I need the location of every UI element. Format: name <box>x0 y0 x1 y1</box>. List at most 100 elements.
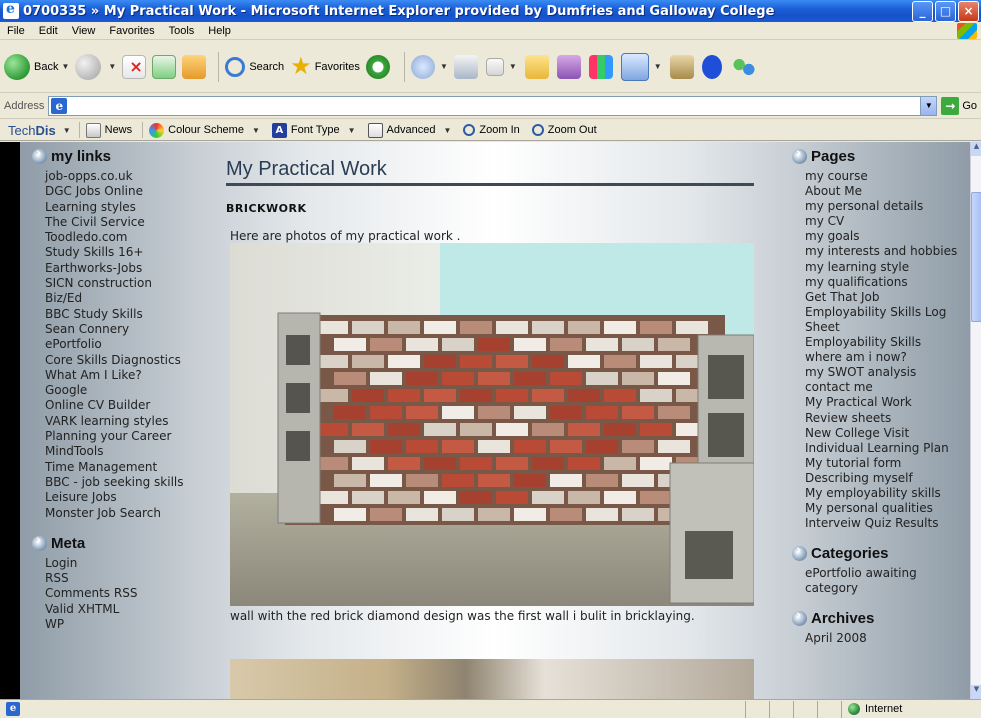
sidebar-link[interactable]: Learning styles <box>45 200 212 215</box>
menu-help[interactable]: Help <box>201 25 238 37</box>
page-link[interactable]: my SWOT analysis <box>805 365 962 380</box>
font-type-dropdown-icon[interactable]: ▼ <box>348 126 356 135</box>
sidebar-link[interactable]: Core Skills Diagnostics <box>45 353 212 368</box>
folder-icon[interactable] <box>524 54 549 79</box>
meta-link[interactable]: Valid XHTML <box>45 602 212 617</box>
page-link[interactable]: Employability Skills Log Sheet <box>805 305 962 335</box>
forward-dropdown-icon[interactable]: ▼ <box>108 62 116 71</box>
sidebar-link[interactable]: BBC Study Skills <box>45 307 212 322</box>
forward-button[interactable]: ▼ <box>75 53 116 80</box>
page-link[interactable]: my interests and hobbies <box>805 244 962 259</box>
techdis-brand[interactable]: TechDis <box>8 123 56 138</box>
tool-icon[interactable] <box>669 54 694 79</box>
sidebar-link[interactable]: Earthworks-Jobs <box>45 261 212 276</box>
page-link[interactable]: My Practical Work <box>805 395 962 410</box>
edit-icon[interactable] <box>485 57 504 76</box>
sidebar-link[interactable]: Planning your Career <box>45 429 212 444</box>
print-icon[interactable] <box>453 54 478 79</box>
meta-link[interactable]: Comments RSS <box>45 586 212 601</box>
window-title-bar[interactable]: 0700335 » My Practical Work - Microsoft … <box>0 0 981 22</box>
sidebar-link[interactable]: Toodledo.com <box>45 230 212 245</box>
news-button[interactable]: News <box>85 122 132 138</box>
meta-link[interactable]: RSS <box>45 571 212 586</box>
people-icon[interactable] <box>731 54 756 79</box>
advanced-button[interactable]: Advanced ▼ <box>367 122 451 138</box>
menu-view[interactable]: View <box>65 25 103 37</box>
sidebar-link[interactable]: SICN construction <box>45 276 212 291</box>
colour-scheme-dropdown-icon[interactable]: ▼ <box>252 126 260 135</box>
sidebar-link[interactable]: Google <box>45 383 212 398</box>
page-link[interactable]: my CV <box>805 214 962 229</box>
menu-favorites[interactable]: Favorites <box>102 25 161 37</box>
page-link[interactable]: My employability skills <box>805 486 962 501</box>
archive-link[interactable]: April 2008 <box>805 631 962 646</box>
home-icon[interactable] <box>182 54 207 79</box>
sidebar-link[interactable]: DGC Jobs Online <box>45 184 212 199</box>
menu-file[interactable]: File <box>0 25 32 37</box>
sidebar-link[interactable]: BBC - job seeking skills <box>45 475 212 490</box>
maximize-button[interactable]: □ <box>935 0 956 22</box>
page-link[interactable]: Employability Skills <box>805 335 962 350</box>
menu-edit[interactable]: Edit <box>32 25 65 37</box>
page-link[interactable]: my course <box>805 169 962 184</box>
mail-dropdown-icon[interactable]: ▼ <box>440 62 448 71</box>
history-icon[interactable] <box>365 54 390 79</box>
sidebar-link[interactable]: Study Skills 16+ <box>45 245 212 260</box>
page-link[interactable]: where am i now? <box>805 350 962 365</box>
category-link[interactable]: ePortfolio awaiting category <box>805 566 962 596</box>
close-button[interactable]: × <box>958 0 979 22</box>
zoom-out-button[interactable]: Zoom Out <box>531 124 597 136</box>
sidebar-link[interactable]: The Civil Service <box>45 215 212 230</box>
font-type-button[interactable]: A Font Type ▼ <box>271 122 356 138</box>
sidebar-link[interactable]: Biz/Ed <box>45 291 212 306</box>
page-link[interactable]: my goals <box>805 229 962 244</box>
sidebar-link[interactable]: What Am I Like? <box>45 368 212 383</box>
page-link[interactable]: my learning style <box>805 260 962 275</box>
sidebar-link[interactable]: MindTools <box>45 444 212 459</box>
back-button[interactable]: Back ▼ <box>4 53 69 80</box>
bluetooth-icon[interactable] <box>701 54 722 79</box>
page-link[interactable]: Individual Learning Plan <box>805 441 962 456</box>
go-button[interactable]: → Go <box>941 97 977 115</box>
mail-icon[interactable] <box>410 54 435 79</box>
meta-link[interactable]: Login <box>45 556 212 571</box>
sidebar-link[interactable]: Time Management <box>45 460 212 475</box>
page-link[interactable]: contact me <box>805 380 962 395</box>
page-link[interactable]: Describing myself <box>805 471 962 486</box>
scroll-up-icon[interactable]: ▲ <box>971 142 981 156</box>
techdis-dropdown-icon[interactable]: ▼ <box>63 126 71 135</box>
page-link[interactable]: My personal qualities <box>805 501 962 516</box>
colour-scheme-button[interactable]: Colour Scheme ▼ <box>149 122 260 138</box>
page-link[interactable]: Interveiw Quiz Results <box>805 516 962 531</box>
page-link[interactable]: my personal details <box>805 199 962 214</box>
refresh-icon[interactable] <box>152 54 177 79</box>
sidebar-link[interactable]: Sean Connery <box>45 322 212 337</box>
active-tool-dropdown-icon[interactable]: ▼ <box>654 62 662 71</box>
address-dropdown-icon[interactable]: ▼ <box>920 97 937 115</box>
minimize-button[interactable]: _ <box>912 0 933 22</box>
messenger-icon[interactable] <box>588 54 613 79</box>
sidebar-link[interactable]: Leisure Jobs <box>45 490 212 505</box>
back-dropdown-icon[interactable]: ▼ <box>61 62 69 71</box>
active-tool-icon[interactable] <box>620 52 649 81</box>
sidebar-link[interactable]: Online CV Builder <box>45 398 212 413</box>
sidebar-link[interactable]: VARK learning styles <box>45 414 212 429</box>
edit-dropdown-icon[interactable]: ▼ <box>509 62 517 71</box>
page-link[interactable]: My tutorial form <box>805 456 962 471</box>
meta-link[interactable]: WP <box>45 617 212 632</box>
page-link[interactable]: my qualifications <box>805 275 962 290</box>
scroll-thumb[interactable] <box>971 192 981 322</box>
menu-tools[interactable]: Tools <box>162 25 202 37</box>
page-link[interactable]: New College Visit <box>805 426 962 441</box>
research-icon[interactable] <box>556 54 581 79</box>
scroll-down-icon[interactable]: ▼ <box>971 685 981 699</box>
sidebar-link[interactable]: job-opps.co.uk <box>45 169 212 184</box>
page-link[interactable]: Review sheets <box>805 411 962 426</box>
favorites-button[interactable]: ★ Favorites <box>290 52 360 81</box>
page-link[interactable]: Get That Job <box>805 290 962 305</box>
vertical-scrollbar[interactable]: ▲ ▼ <box>970 142 981 699</box>
zoom-in-button[interactable]: Zoom In <box>463 124 520 136</box>
address-input[interactable]: e ▼ <box>48 96 938 116</box>
stop-icon[interactable]: × <box>122 54 147 79</box>
search-button[interactable]: Search <box>225 56 284 77</box>
